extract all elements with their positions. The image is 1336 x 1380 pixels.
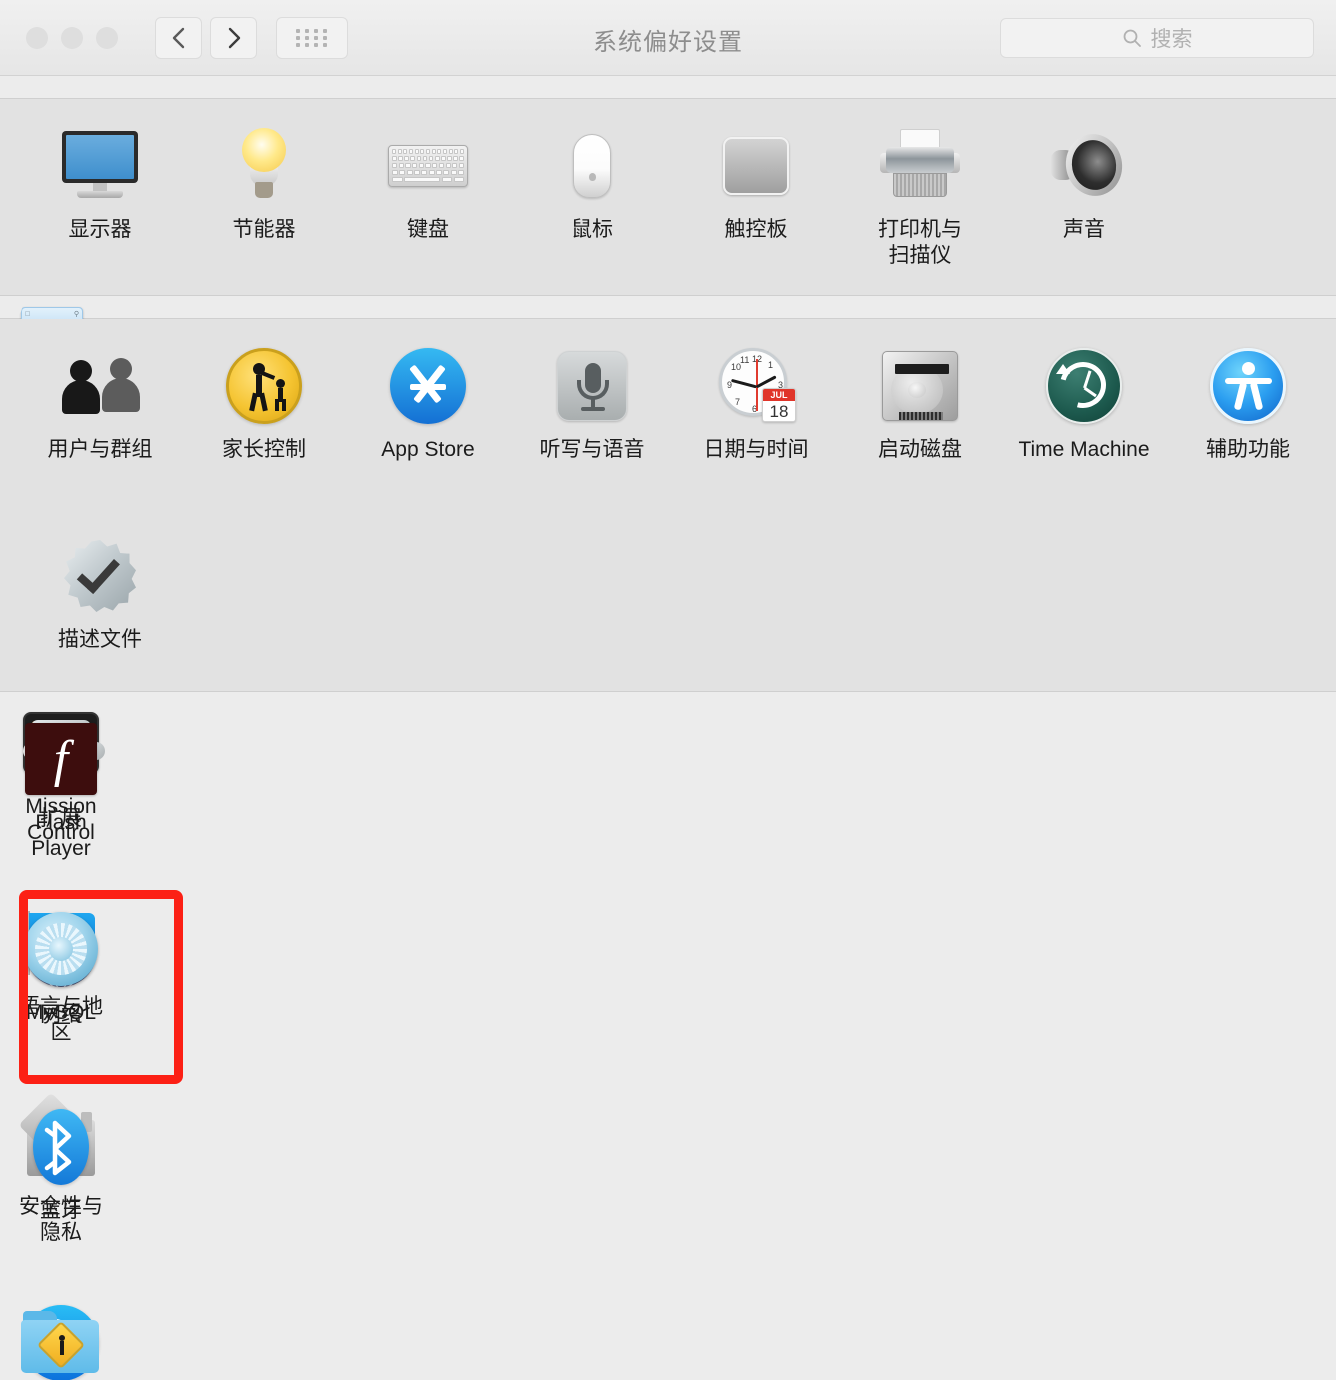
search-icon (1122, 28, 1142, 48)
pref-pane-accessibility[interactable]: 辅助功能 (1166, 319, 1330, 509)
pref-pane-label: Flash Player (18, 810, 104, 862)
pref-pane-parental-controls[interactable]: 家长控制 (182, 319, 346, 509)
pref-pane-label: 触控板 (725, 217, 788, 243)
pref-pane-sound[interactable]: 声音 (1002, 99, 1166, 295)
pref-pane-trackpad[interactable]: 触控板 (674, 99, 838, 295)
pref-pane-mouse[interactable]: 鼠标 (510, 99, 674, 295)
pref-pane-profiles[interactable]: 描述文件 (18, 509, 182, 691)
pref-pane-time-machine[interactable]: Time Machine (1002, 319, 1166, 509)
pref-pane-startup-disk[interactable]: 启动磁盘 (838, 319, 1002, 509)
pref-pane-bluetooth[interactable]: 蓝牙 (18, 1080, 104, 1276)
pref-pane-label: 听写与语音 (540, 437, 645, 463)
pref-pane-date-time[interactable]: 12 1 3 5 6 7 9 10 11 JUL 18 (674, 319, 838, 509)
pref-pane-label: 描述文件 (58, 627, 142, 653)
window-titlebar: 系统偏好设置 搜索 (0, 0, 1336, 76)
mysql-gear-icon (18, 906, 104, 992)
section-divider (0, 691, 1336, 692)
section-internet: iCloud @ 互联网 帐户 扩展 网络 (0, 296, 22, 318)
pref-pane-printers-scanners[interactable]: 打印机与 扫描仪 (838, 99, 1002, 295)
energy-saver-bulb-icon (221, 123, 307, 209)
pref-pane-label: 辅助功能 (1206, 437, 1290, 463)
pref-pane-app-store[interactable]: App Store (346, 319, 510, 509)
pref-pane-displays[interactable]: 显示器 (18, 99, 182, 295)
mouse-icon (549, 123, 635, 209)
sound-speaker-icon (1041, 123, 1127, 209)
bluetooth-icon (18, 1104, 104, 1190)
section-other: f Flash Player MySQL (0, 692, 22, 714)
calendar-day: 18 (763, 401, 795, 422)
pref-pane-label: MySQL (26, 1000, 96, 1026)
section-divider (0, 295, 1336, 296)
pref-pane-keyboard[interactable]: 键盘 (346, 99, 510, 295)
pref-pane-sharing[interactable]: 共享 (18, 1276, 104, 1380)
flash-player-icon: f (18, 716, 104, 802)
pref-pane-energy-saver[interactable]: 节能器 (182, 99, 346, 295)
time-machine-icon (1041, 343, 1127, 429)
app-store-icon (385, 343, 471, 429)
profiles-badge-icon (57, 533, 143, 619)
sharing-folder-icon (18, 1300, 104, 1380)
pref-pane-label: 日期与时间 (704, 437, 809, 463)
users-groups-icon (57, 343, 143, 429)
startup-disk-icon (877, 343, 963, 429)
pref-pane-label: 显示器 (69, 217, 132, 243)
pref-pane-label: 节能器 (233, 217, 296, 243)
calendar-month: JUL (763, 389, 795, 401)
section-profiles: 描述文件 (0, 509, 1336, 691)
keyboard-icon (385, 123, 471, 209)
search-field[interactable]: 搜索 (1000, 18, 1314, 58)
pref-pane-label: 蓝牙 (40, 1198, 82, 1224)
pref-pane-label: 键盘 (407, 217, 449, 243)
dictation-speech-icon (549, 343, 635, 429)
flash-glyph: f (25, 723, 97, 795)
section-personal: File New Ope 通用 ⚲ 桌面与 屏幕保护程序 Dock (0, 76, 22, 98)
accessibility-icon (1205, 343, 1291, 429)
parental-controls-icon (221, 343, 307, 429)
display-icon (57, 123, 143, 209)
pref-pane-label: 声音 (1063, 217, 1105, 243)
pref-pane-label: 打印机与 扫描仪 (878, 217, 962, 269)
pref-pane-label: 启动磁盘 (878, 437, 962, 463)
pref-pane-label: 用户与群组 (48, 437, 153, 463)
section-hardware: 显示器 节能器 键盘 鼠标 (0, 99, 1336, 295)
pref-pane-label: Time Machine (1018, 437, 1149, 463)
pref-pane-flash-player[interactable]: f Flash Player (18, 692, 104, 882)
date-time-icon: 12 1 3 5 6 7 9 10 11 JUL 18 (713, 343, 799, 429)
search-placeholder: 搜索 (1151, 23, 1193, 53)
pref-pane-label: 鼠标 (571, 217, 613, 243)
pref-pane-users-groups[interactable]: 用户与群组 (18, 319, 182, 509)
pref-pane-label: App Store (381, 437, 474, 463)
trackpad-icon (713, 123, 799, 209)
section-system: 用户与群组 家长控制 App Store 听写与语音 (0, 319, 1336, 509)
pref-pane-dictation-speech[interactable]: 听写与语音 (510, 319, 674, 509)
pref-pane-label: 家长控制 (222, 437, 306, 463)
printers-scanners-icon (877, 123, 963, 209)
pref-pane-mysql[interactable]: MySQL (18, 882, 104, 1072)
